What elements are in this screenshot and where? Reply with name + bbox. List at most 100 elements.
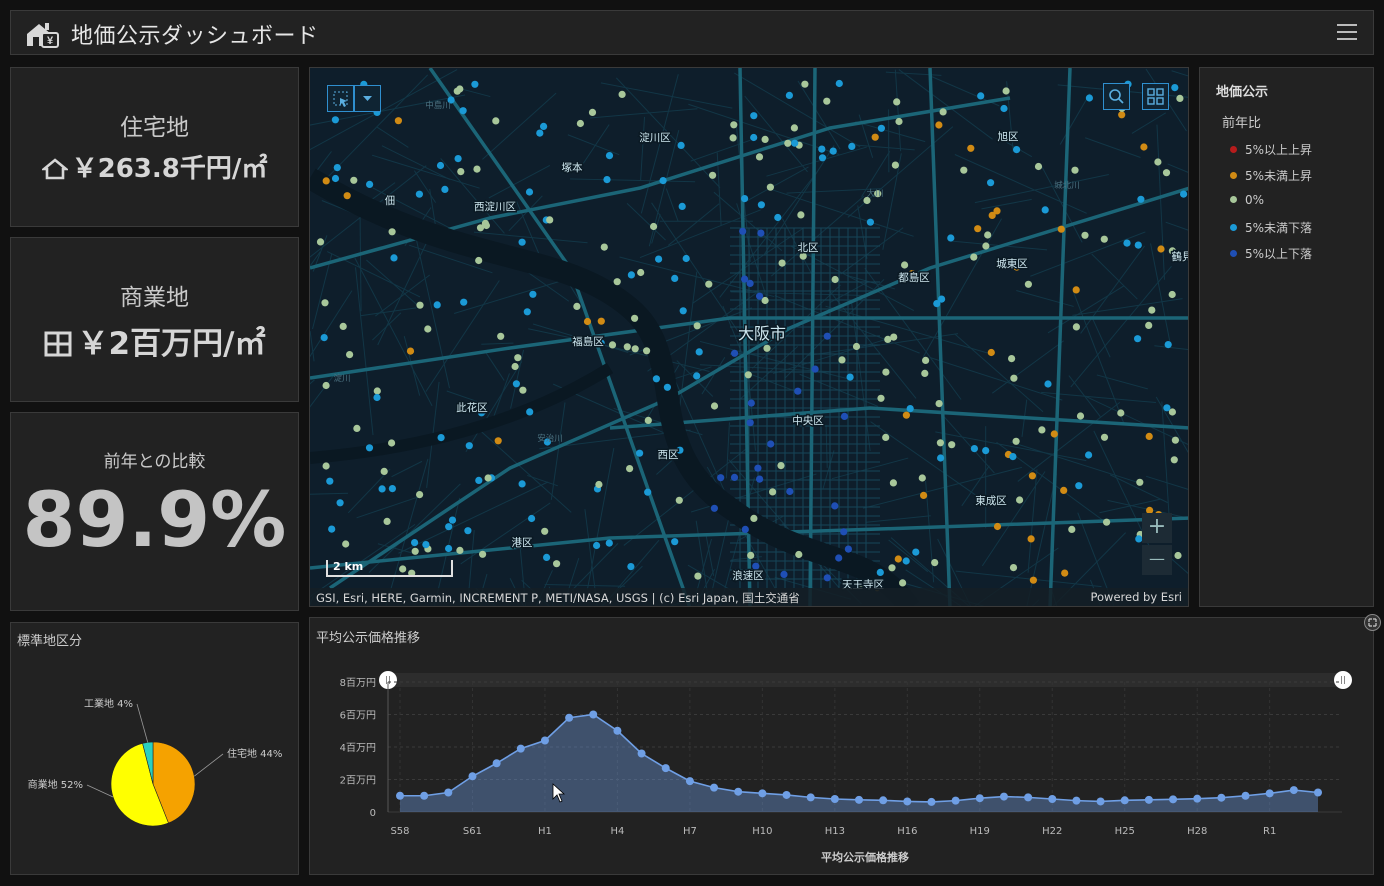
- price-point[interactable]: [844, 545, 853, 553]
- price-point[interactable]: [899, 579, 907, 587]
- price-point[interactable]: [636, 449, 644, 457]
- price-point[interactable]: [1123, 239, 1131, 247]
- price-point[interactable]: [747, 551, 755, 559]
- price-point[interactable]: [1029, 576, 1037, 584]
- price-point[interactable]: [433, 301, 441, 309]
- price-point[interactable]: [671, 274, 679, 282]
- price-point[interactable]: [1050, 430, 1058, 438]
- price-point[interactable]: [1164, 341, 1172, 349]
- select-tool-button[interactable]: [327, 85, 354, 112]
- price-point[interactable]: [457, 168, 465, 176]
- price-point[interactable]: [366, 180, 374, 188]
- data-point[interactable]: [710, 783, 719, 792]
- price-point[interactable]: [1060, 486, 1068, 494]
- price-point[interactable]: [464, 527, 472, 535]
- data-point[interactable]: [758, 789, 767, 798]
- price-point[interactable]: [652, 375, 660, 383]
- data-point[interactable]: [1241, 791, 1250, 800]
- price-point[interactable]: [823, 332, 831, 340]
- price-point[interactable]: [710, 504, 718, 512]
- price-point[interactable]: [518, 480, 526, 488]
- price-point[interactable]: [982, 447, 990, 455]
- price-point[interactable]: [445, 523, 453, 531]
- price-point[interactable]: [893, 98, 901, 106]
- price-point[interactable]: [936, 439, 945, 447]
- price-point[interactable]: [794, 387, 802, 395]
- price-point[interactable]: [790, 124, 798, 132]
- price-point[interactable]: [746, 279, 754, 287]
- price-point[interactable]: [342, 540, 350, 548]
- price-point[interactable]: [494, 437, 502, 445]
- price-point[interactable]: [1002, 87, 1010, 95]
- price-point[interactable]: [947, 234, 955, 242]
- price-point[interactable]: [626, 465, 634, 473]
- price-point[interactable]: [693, 372, 701, 380]
- price-point[interactable]: [394, 117, 402, 125]
- price-point[interactable]: [1044, 380, 1052, 388]
- price-point[interactable]: [970, 445, 979, 453]
- price-point[interactable]: [894, 555, 902, 563]
- price-point[interactable]: [1154, 158, 1162, 166]
- price-point[interactable]: [456, 546, 464, 554]
- price-point[interactable]: [866, 218, 875, 226]
- price-point[interactable]: [823, 574, 831, 582]
- price-point[interactable]: [475, 476, 483, 484]
- price-point[interactable]: [750, 112, 758, 120]
- price-point[interactable]: [677, 141, 685, 149]
- price-point[interactable]: [769, 488, 777, 496]
- data-point[interactable]: [951, 796, 960, 805]
- price-point[interactable]: [643, 347, 651, 355]
- price-point[interactable]: [729, 134, 737, 142]
- price-point[interactable]: [750, 514, 758, 522]
- price-point[interactable]: [756, 475, 764, 483]
- price-point[interactable]: [631, 314, 639, 322]
- price-point[interactable]: [424, 325, 432, 333]
- range-slider-handle[interactable]: [1334, 671, 1352, 689]
- price-point[interactable]: [655, 255, 663, 263]
- area-chart[interactable]: 0 2百万円 4百万円 6百万円 8百万円 S58 S61 H1 H4 H7 H10 H13 H16 H1…: [310, 646, 1373, 874]
- data-point[interactable]: [492, 759, 501, 768]
- select-dropdown-button[interactable]: [354, 85, 381, 112]
- price-point[interactable]: [1171, 436, 1179, 444]
- price-point[interactable]: [406, 347, 415, 355]
- price-point[interactable]: [605, 539, 613, 547]
- price-point[interactable]: [757, 229, 765, 237]
- price-point[interactable]: [1027, 535, 1035, 543]
- price-point[interactable]: [993, 522, 1002, 531]
- price-point[interactable]: [540, 122, 548, 130]
- price-point[interactable]: [497, 332, 505, 340]
- zoom-out-button[interactable]: —: [1142, 545, 1172, 575]
- data-point[interactable]: [661, 764, 670, 773]
- price-point[interactable]: [1170, 456, 1178, 464]
- map-canvas[interactable]: 淀川区 旭区西淀川区北区都島区城東区福島区此花区中央区西区港区浪速区天王寺区東成区…: [310, 68, 1189, 607]
- price-point[interactable]: [322, 462, 330, 470]
- price-point[interactable]: [388, 439, 396, 447]
- price-point[interactable]: [1038, 426, 1046, 434]
- data-point[interactable]: [830, 795, 839, 803]
- price-point[interactable]: [460, 298, 468, 306]
- price-point[interactable]: [840, 528, 848, 536]
- price-point[interactable]: [801, 80, 809, 88]
- price-point[interactable]: [526, 408, 534, 416]
- price-point[interactable]: [1072, 286, 1080, 294]
- price-point[interactable]: [890, 333, 898, 341]
- data-point[interactable]: [1265, 789, 1274, 798]
- price-point[interactable]: [411, 547, 419, 555]
- price-point[interactable]: [1117, 409, 1125, 417]
- price-point[interactable]: [613, 278, 621, 286]
- price-point[interactable]: [637, 268, 645, 277]
- price-point[interactable]: [797, 211, 805, 219]
- price-point[interactable]: [663, 383, 671, 391]
- price-point[interactable]: [411, 539, 419, 547]
- price-point[interactable]: [388, 485, 396, 493]
- price-point[interactable]: [829, 147, 837, 155]
- data-point[interactable]: [1072, 796, 1081, 805]
- price-point[interactable]: [328, 525, 336, 533]
- price-point[interactable]: [902, 557, 910, 565]
- price-point[interactable]: [1057, 225, 1065, 233]
- price-point[interactable]: [746, 419, 754, 427]
- price-point[interactable]: [608, 341, 617, 349]
- data-point[interactable]: [637, 749, 646, 758]
- price-point[interactable]: [1136, 478, 1144, 486]
- price-point[interactable]: [818, 145, 826, 153]
